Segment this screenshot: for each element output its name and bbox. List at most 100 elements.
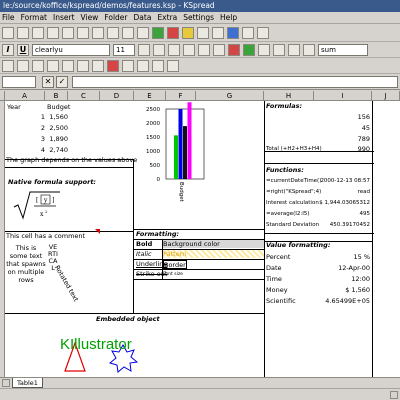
insert-column-icon[interactable] — [182, 26, 194, 39]
value-fmt-value-1[interactable]: 15 % — [314, 253, 370, 261]
fmt-pattern[interactable]: Pattern — [163, 250, 264, 258]
print-icon[interactable] — [47, 26, 59, 39]
border-color-icon[interactable] — [107, 59, 119, 72]
formula-input[interactable] — [72, 76, 398, 88]
delete-row-icon[interactable] — [167, 26, 179, 39]
merge-icon[interactable] — [273, 43, 285, 56]
column-header-j[interactable]: J — [372, 91, 400, 101]
vertical-text-icon[interactable] — [152, 59, 164, 72]
value-fmt-name-3[interactable]: Time — [266, 275, 282, 283]
year-3[interactable]: 3 — [5, 135, 45, 143]
border-left-icon[interactable] — [2, 59, 14, 72]
accept-button[interactable]: ✓ — [56, 76, 68, 88]
cut-icon[interactable] — [92, 26, 104, 39]
column-header-d[interactable]: D — [100, 91, 134, 101]
column-header-a[interactable]: A — [5, 91, 45, 101]
image-icon[interactable] — [242, 26, 254, 39]
sheet-tab-table1[interactable]: Table1 — [12, 378, 43, 388]
font-name-select[interactable]: clearlyu — [32, 43, 110, 56]
column-header-h[interactable]: H — [264, 91, 314, 101]
column-header-i[interactable]: I — [314, 91, 372, 101]
fmt-bold[interactable]: Bold — [136, 240, 152, 248]
insert-row-icon[interactable] — [152, 26, 164, 39]
formula-value-2[interactable]: 45 — [314, 124, 370, 132]
column-header-g[interactable]: G — [196, 91, 264, 101]
zoom-icon[interactable] — [137, 26, 149, 39]
chart-bar[interactable] — [183, 126, 187, 179]
value-fmt-name-1[interactable]: Percent — [266, 253, 290, 261]
budget-header[interactable]: Budget — [47, 103, 70, 111]
cancel-button[interactable]: ✕ — [42, 76, 54, 88]
year-2[interactable]: 2 — [5, 124, 45, 132]
column-header-b[interactable]: B — [45, 91, 68, 101]
budget-3[interactable]: 1,890 — [45, 135, 68, 143]
font-size-select[interactable]: 11 — [113, 43, 135, 56]
menu-format[interactable]: Format — [21, 13, 47, 22]
value-fmt-name-4[interactable]: Money — [266, 286, 288, 294]
money-format-icon[interactable] — [183, 43, 195, 56]
spreadsheet-grid[interactable]: A B C D E F G H I J Year Budget 1 2 3 4 … — [0, 91, 400, 377]
rotated-text[interactable]: Rotated text — [53, 264, 80, 303]
function-value-3[interactable]: $ 1,944.03065312 — [314, 199, 370, 207]
border-outline-icon[interactable] — [77, 59, 89, 72]
function-select[interactable]: sum — [318, 43, 368, 56]
formula-value-1[interactable]: 156 — [314, 113, 370, 121]
budget-1[interactable]: 1,560 — [45, 113, 68, 121]
fmt-italic[interactable]: Italic — [136, 250, 152, 258]
native-formula-title[interactable]: Native formula support: — [8, 178, 96, 186]
copy-icon[interactable] — [107, 26, 119, 39]
chart-icon[interactable] — [227, 26, 239, 39]
year-header[interactable]: Year — [7, 103, 21, 111]
menu-view[interactable]: View — [81, 13, 99, 22]
column-header-e[interactable]: E — [134, 91, 166, 101]
tab-scroll-arrows[interactable] — [2, 379, 10, 387]
increase-indent-icon[interactable] — [122, 59, 134, 72]
resize-grip-icon[interactable] — [390, 391, 398, 399]
function-name-5[interactable]: Standard Deviation — [266, 221, 319, 229]
align-left-icon[interactable] — [138, 43, 150, 56]
border-bottom-icon[interactable] — [47, 59, 59, 72]
formula-value-3[interactable]: 789 — [314, 135, 370, 143]
function-value-4[interactable]: 495 — [314, 210, 371, 218]
menu-file[interactable]: File — [2, 13, 15, 22]
function-value-5[interactable]: 450.39170452 — [314, 221, 370, 229]
new-icon[interactable] — [2, 26, 14, 39]
comment-note[interactable]: This cell has a comment — [6, 232, 85, 240]
align-right-icon[interactable] — [168, 43, 180, 56]
functions-title[interactable]: Functions: — [266, 166, 304, 174]
percent-format-icon[interactable] — [198, 43, 210, 56]
paste-icon[interactable] — [122, 26, 134, 39]
fmt-border[interactable]: Border — [163, 260, 187, 269]
function-value-2[interactable]: read — [314, 188, 370, 196]
decrease-indent-icon[interactable] — [137, 59, 149, 72]
border-icon[interactable] — [258, 43, 270, 56]
function-value-1[interactable]: 2000-12-13 08:57 — [314, 177, 370, 185]
rotate-icon[interactable] — [167, 59, 179, 72]
border-top-icon[interactable] — [32, 59, 44, 72]
underline-button[interactable]: U — [17, 43, 29, 56]
border-all-icon[interactable] — [62, 59, 74, 72]
open-icon[interactable] — [17, 26, 29, 39]
function-name-4[interactable]: =average(I2:I5) — [266, 210, 310, 218]
value-fmt-value-3[interactable]: 12:00 — [314, 275, 370, 283]
background-color-icon[interactable] — [243, 43, 255, 56]
value-fmt-value-2[interactable]: 12-Apr-00 — [314, 264, 370, 272]
menu-insert[interactable]: Insert — [53, 13, 75, 22]
save-icon[interactable] — [32, 26, 44, 39]
formatting-title[interactable]: Formatting: — [136, 230, 179, 238]
year-4[interactable]: 4 — [5, 146, 45, 154]
font-color-icon[interactable] — [228, 43, 240, 56]
precision-icon[interactable] — [213, 43, 225, 56]
italic-button[interactable]: I — [2, 43, 14, 56]
column-header-f[interactable]: F — [166, 91, 196, 101]
value-fmt-name-2[interactable]: Date — [266, 264, 282, 272]
chart-bar[interactable] — [174, 135, 178, 179]
embedded-object-title[interactable]: Embedded object — [96, 315, 160, 323]
total-value[interactable]: 990 — [314, 145, 370, 153]
function-icon[interactable] — [212, 26, 224, 39]
menu-help[interactable]: Help — [220, 13, 237, 22]
wrap-icon[interactable] — [288, 43, 300, 56]
border-right-icon[interactable] — [17, 59, 29, 72]
menu-extra[interactable]: Extra — [157, 13, 177, 22]
multirow-text[interactable]: This is some text that spawns on multipl… — [6, 244, 46, 284]
